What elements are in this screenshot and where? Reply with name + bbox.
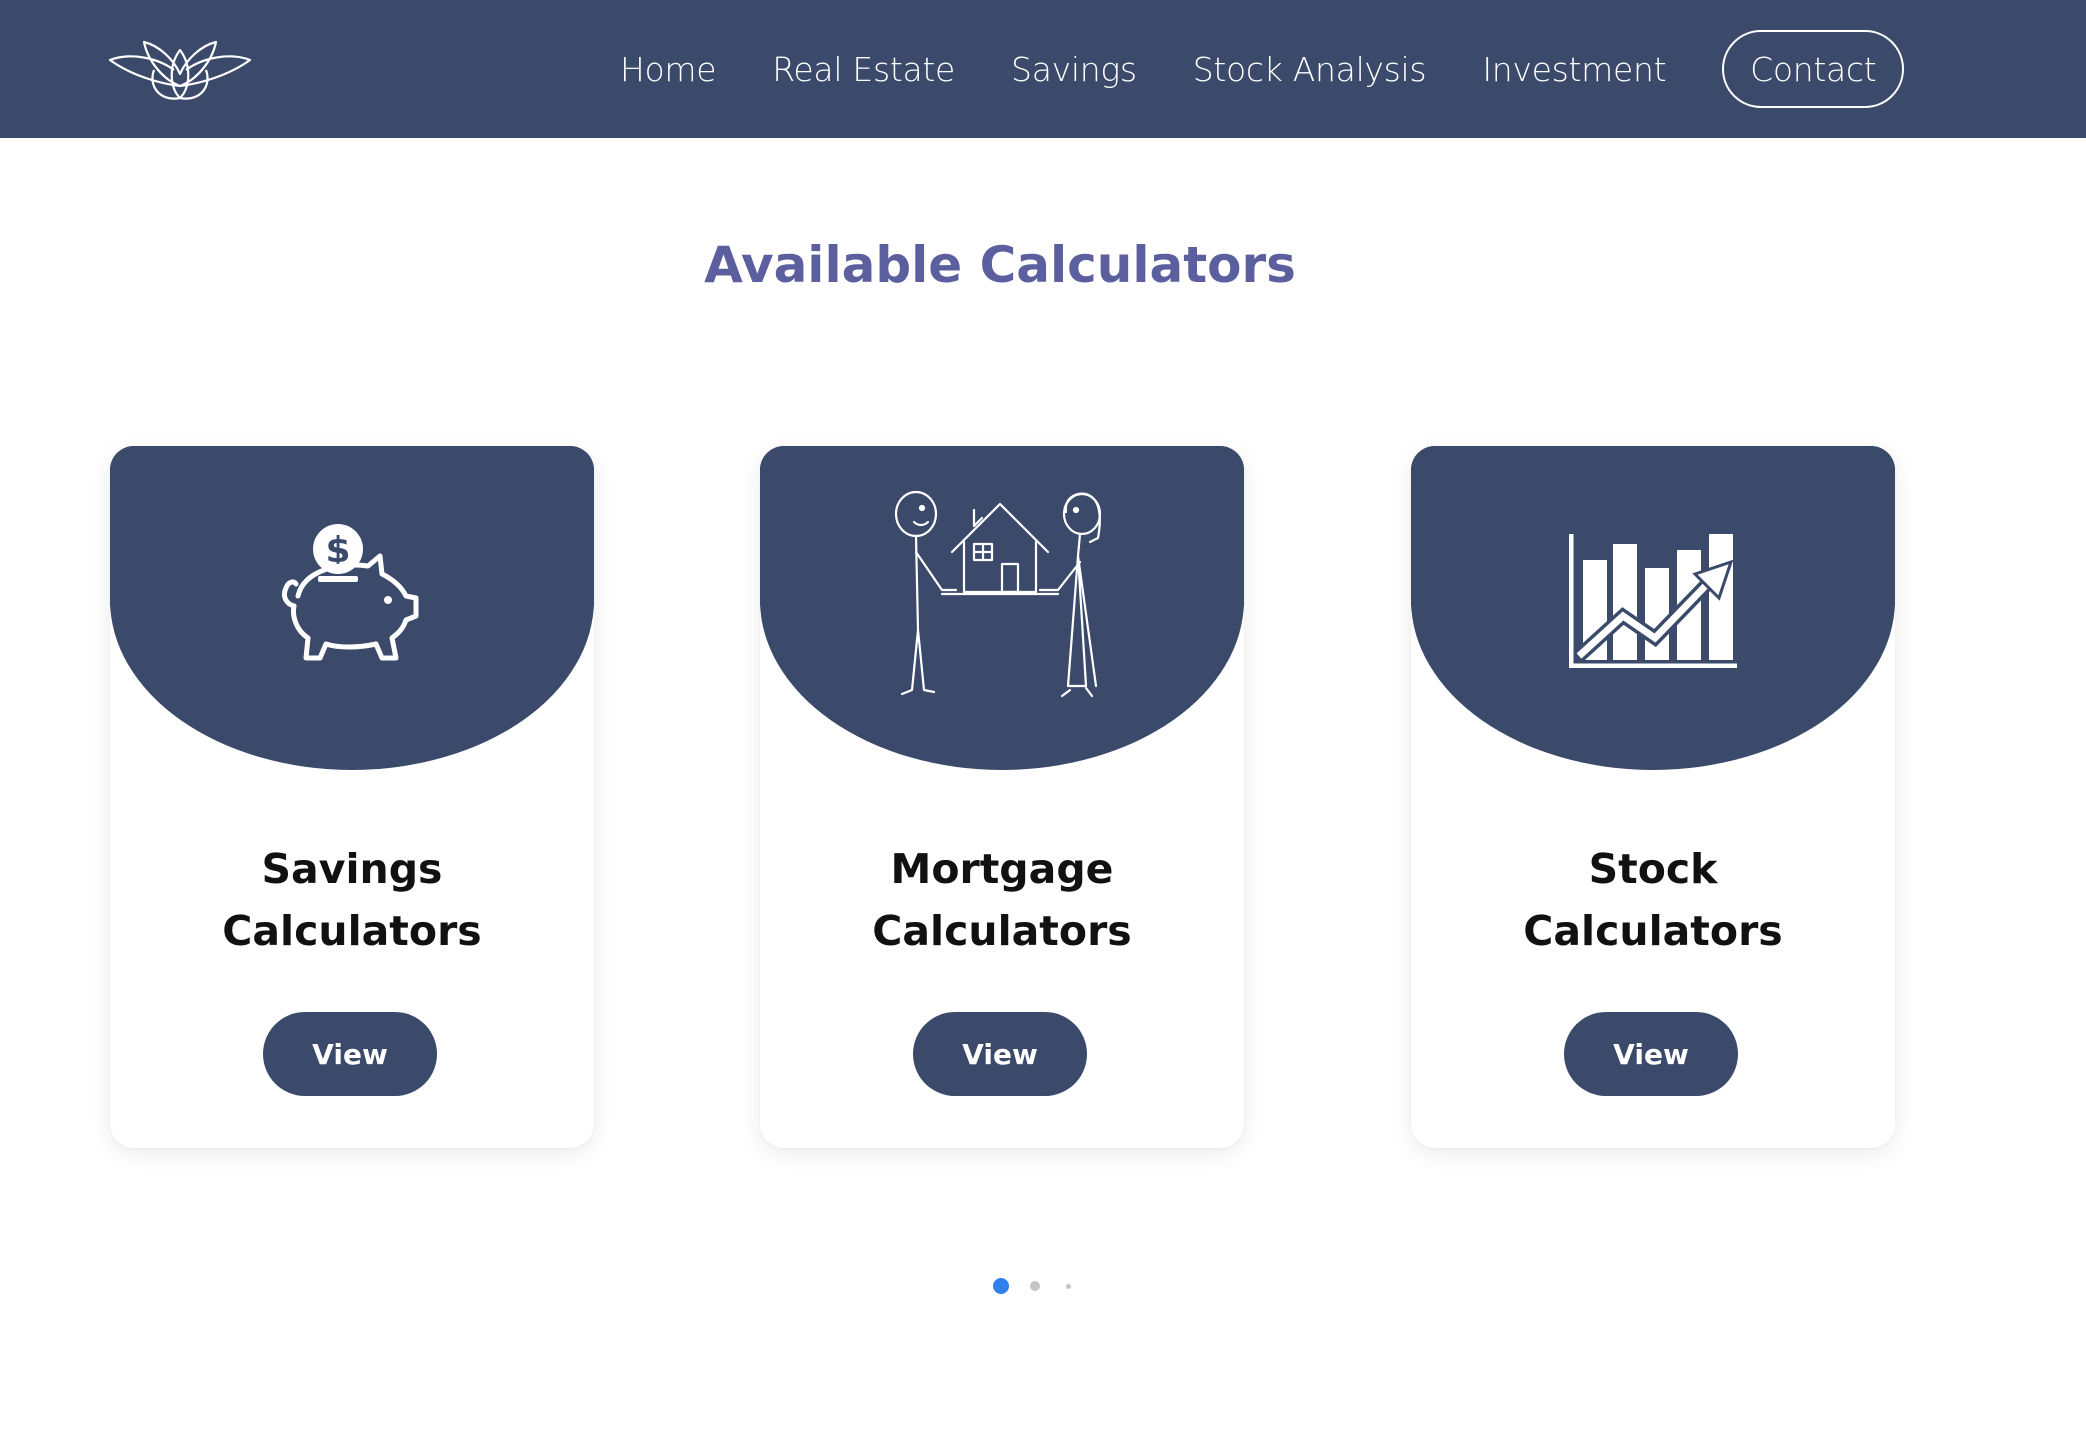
carousel-dot-active[interactable] — [993, 1278, 1009, 1294]
nav-link-stock-analysis[interactable]: Stock Analysis — [1193, 50, 1427, 89]
nav-link-home[interactable]: Home — [620, 50, 717, 89]
savings-calculators-card: $ Savings Calculators View — [110, 446, 594, 1148]
nav-link-real-estate[interactable]: Real Estate — [772, 50, 955, 89]
nav-link-investment[interactable]: Investment — [1482, 50, 1666, 89]
card-title: Mortgage Calculators — [872, 845, 1132, 955]
lotus-leaf-logo[interactable] — [108, 36, 252, 104]
nav-link-savings[interactable]: Savings — [1011, 50, 1137, 89]
page-title: Available Calculators — [704, 236, 1296, 294]
carousel-pagination — [0, 1276, 2086, 1296]
card-title: Stock Calculators — [1523, 845, 1783, 955]
navbar: Home Real Estate Savings Stock Analysis … — [0, 0, 2086, 138]
carousel-dot[interactable] — [1066, 1284, 1071, 1289]
mortgage-calculators-card: Mortgage Calculators View — [760, 446, 1244, 1148]
bar-chart-growth-icon — [1411, 446, 1895, 770]
carousel-dot[interactable] — [1030, 1281, 1040, 1291]
contact-button[interactable]: Contact — [1722, 30, 1905, 108]
main-nav: Home Real Estate Savings Stock Analysis … — [620, 0, 1905, 138]
stock-calculators-card: Stock Calculators View — [1411, 446, 1895, 1148]
couple-house-icon — [760, 446, 1244, 770]
view-stock-button[interactable]: View — [1564, 1012, 1738, 1096]
card-title: Savings Calculators — [222, 845, 482, 955]
piggy-bank-icon: $ — [110, 446, 594, 770]
view-savings-button[interactable]: View — [263, 1012, 437, 1096]
view-mortgage-button[interactable]: View — [913, 1012, 1087, 1096]
